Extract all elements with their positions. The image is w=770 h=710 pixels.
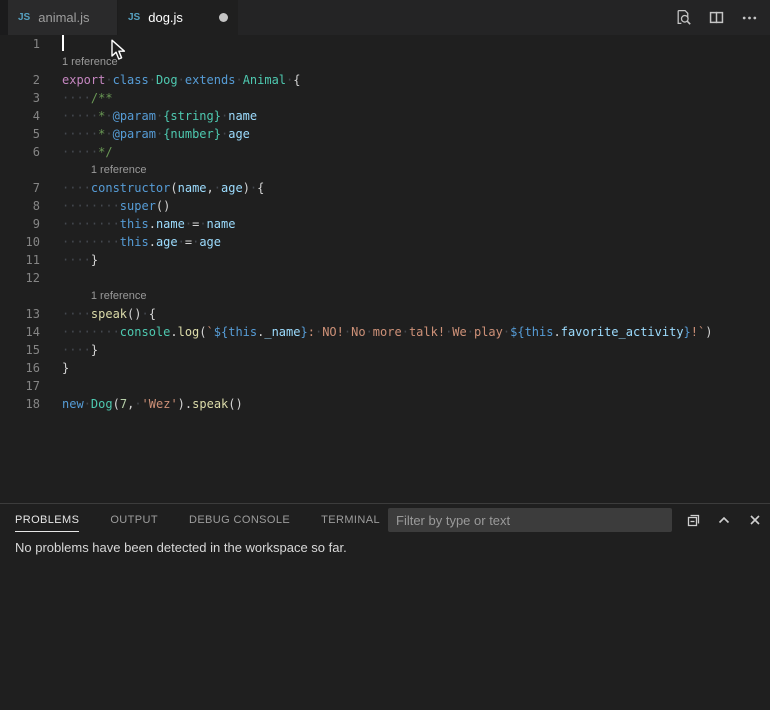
code-line[interactable]: 4·····*·@param·{string}·name bbox=[0, 107, 770, 125]
code-lines: 11 reference2export·class·Dog·extends·An… bbox=[0, 35, 770, 413]
code-line-text bbox=[40, 269, 62, 287]
collapse-all-icon[interactable] bbox=[681, 509, 705, 531]
tab-animal-js[interactable]: JS animal.js bbox=[8, 0, 118, 35]
code-line-text: ········this.age·=·age bbox=[40, 233, 221, 251]
code-line[interactable]: 8········super() bbox=[0, 197, 770, 215]
code-line[interactable]: 13····speak()·{ bbox=[0, 305, 770, 323]
more-actions-icon[interactable] bbox=[740, 9, 758, 27]
panel-tab-output[interactable]: OUTPUT bbox=[110, 508, 158, 531]
code-line-text: new·Dog(7,·'Wez').speak() bbox=[40, 395, 243, 413]
code-line-text: ·····*·@param·{number}·age bbox=[40, 125, 250, 143]
code-line[interactable]: 2export·class·Dog·extends·Animal·{ bbox=[0, 71, 770, 89]
code-line[interactable]: 12 bbox=[0, 269, 770, 287]
code-line-text: ····} bbox=[40, 341, 98, 359]
line-number[interactable]: 2 bbox=[0, 71, 40, 89]
close-panel-icon[interactable] bbox=[743, 509, 767, 531]
line-number[interactable]: 4 bbox=[0, 107, 40, 125]
code-line[interactable]: 15····} bbox=[0, 341, 770, 359]
javascript-file-icon: JS bbox=[18, 12, 30, 23]
codelens-reference-link[interactable]: 1 reference bbox=[62, 54, 118, 71]
code-line-text: } bbox=[40, 359, 69, 377]
code-line[interactable]: 14········console.log(`${this._name}:·NO… bbox=[0, 323, 770, 341]
line-number[interactable]: 10 bbox=[0, 233, 40, 251]
panel-tab-problems[interactable]: PROBLEMS bbox=[15, 508, 79, 532]
code-line-text: ·····*·@param·{string}·name bbox=[40, 107, 257, 125]
code-line[interactable]: 1 bbox=[0, 35, 770, 53]
codelens-reference-link[interactable]: 1 reference bbox=[91, 288, 147, 305]
code-line[interactable]: 5·····*·@param·{number}·age bbox=[0, 125, 770, 143]
code-line[interactable]: 9········this.name·=·name bbox=[0, 215, 770, 233]
tab-label: dog.js bbox=[148, 10, 183, 25]
tab-dog-js[interactable]: JS dog.js bbox=[118, 0, 238, 35]
modified-indicator-icon[interactable] bbox=[219, 13, 228, 22]
line-number[interactable]: 18 bbox=[0, 395, 40, 413]
code-line-text: ····constructor(name,·age)·{ bbox=[40, 179, 264, 197]
line-number[interactable]: 9 bbox=[0, 215, 40, 233]
panel-actions bbox=[681, 509, 767, 531]
line-number[interactable]: 16 bbox=[0, 359, 40, 377]
bottom-panel: PROBLEMS OUTPUT DEBUG CONSOLE TERMINAL bbox=[0, 503, 770, 710]
line-number[interactable]: 6 bbox=[0, 143, 40, 161]
line-number[interactable]: 8 bbox=[0, 197, 40, 215]
code-line-text bbox=[40, 35, 62, 53]
code-line-text: ····/** bbox=[40, 89, 113, 107]
panel-tab-debug-console[interactable]: DEBUG CONSOLE bbox=[189, 508, 290, 531]
code-line[interactable]: 18new·Dog(7,·'Wez').speak() bbox=[0, 395, 770, 413]
code-line-text: ········super() bbox=[40, 197, 170, 215]
code-line-text: ········console.log(`${this._name}:·NO!·… bbox=[40, 323, 712, 341]
tab-label: animal.js bbox=[38, 10, 89, 25]
code-line[interactable]: 6·····*/ bbox=[0, 143, 770, 161]
line-number[interactable]: 7 bbox=[0, 179, 40, 197]
code-line-text: ·····*/ bbox=[40, 143, 113, 161]
code-line-text: ····speak()·{ bbox=[40, 305, 156, 323]
line-number[interactable]: 15 bbox=[0, 341, 40, 359]
code-line-text: export·class·Dog·extends·Animal·{ bbox=[40, 71, 301, 89]
line-number[interactable]: 14 bbox=[0, 323, 40, 341]
line-number[interactable]: 17 bbox=[0, 377, 40, 395]
code-editor: 11 reference2export·class·Dog·extends·An… bbox=[0, 35, 770, 503]
code-line[interactable]: 10········this.age·=·age bbox=[0, 233, 770, 251]
text-cursor bbox=[62, 35, 64, 51]
code-line-text: ········this.name·=·name bbox=[40, 215, 235, 233]
codelens-reference-link[interactable]: 1 reference bbox=[91, 162, 147, 179]
code-line-text bbox=[40, 377, 62, 395]
code-line[interactable]: 7····constructor(name,·age)·{ bbox=[0, 179, 770, 197]
code-line[interactable]: 16} bbox=[0, 359, 770, 377]
line-number[interactable]: 12 bbox=[0, 269, 40, 287]
editor-actions bbox=[674, 0, 770, 35]
code-line[interactable]: 11····} bbox=[0, 251, 770, 269]
code-line-text: ····} bbox=[40, 251, 98, 269]
line-number[interactable]: 3 bbox=[0, 89, 40, 107]
problems-filter-input[interactable] bbox=[388, 508, 672, 532]
vscode-window: JS animal.js JS dog.js bbox=[0, 0, 770, 710]
panel-tab-bar: PROBLEMS OUTPUT DEBUG CONSOLE TERMINAL bbox=[15, 508, 380, 534]
find-in-file-icon[interactable] bbox=[674, 9, 692, 27]
line-number[interactable]: 1 bbox=[0, 35, 40, 53]
panel-tab-terminal[interactable]: TERMINAL bbox=[321, 508, 380, 531]
problems-empty-message: No problems have been detected in the wo… bbox=[15, 540, 347, 555]
line-number[interactable]: 13 bbox=[0, 305, 40, 323]
line-number[interactable]: 11 bbox=[0, 251, 40, 269]
maximize-panel-icon[interactable] bbox=[712, 509, 736, 531]
javascript-file-icon: JS bbox=[128, 12, 140, 23]
code-line[interactable]: 17 bbox=[0, 377, 770, 395]
line-number[interactable]: 5 bbox=[0, 125, 40, 143]
split-editor-icon[interactable] bbox=[707, 9, 725, 27]
tab-bar-left-edge bbox=[0, 0, 8, 35]
editor-tab-bar: JS animal.js JS dog.js bbox=[0, 0, 770, 35]
code-line[interactable]: 3····/** bbox=[0, 89, 770, 107]
